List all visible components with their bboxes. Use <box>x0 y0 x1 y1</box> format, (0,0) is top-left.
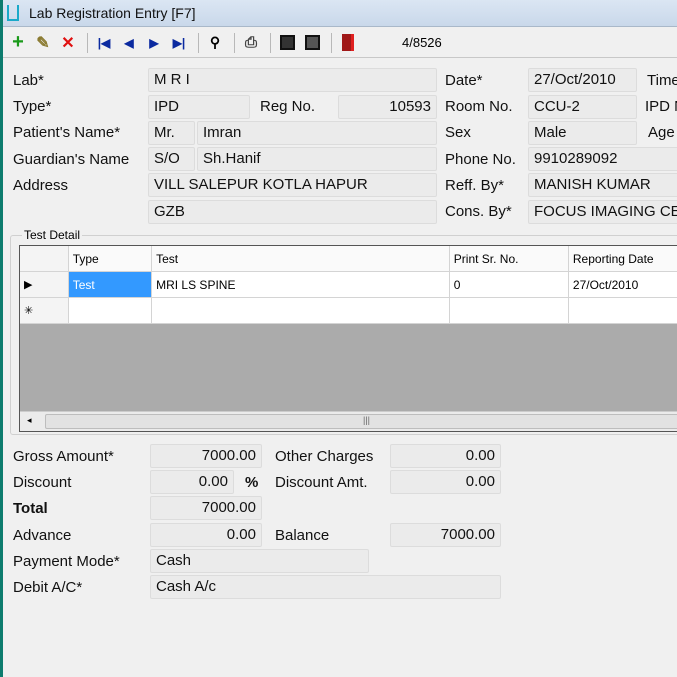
total-label: Total <box>13 500 48 517</box>
cons-by-field[interactable]: FOCUS IMAGING CE <box>528 200 677 224</box>
print-icon[interactable]: ⎙ <box>240 32 262 54</box>
record-counter: 4/8526 <box>402 35 442 50</box>
horizontal-scrollbar[interactable]: ◂ ||| <box>20 411 677 431</box>
reg-no-field[interactable]: 10593 <box>338 95 437 119</box>
first-record-icon[interactable]: |◀ <box>93 32 115 54</box>
scroll-left-icon[interactable]: ◂ <box>27 415 32 426</box>
advance-field[interactable]: 0.00 <box>150 523 262 547</box>
percent-label: % <box>245 474 259 491</box>
save-close-icon[interactable] <box>301 32 323 54</box>
grid-header: Type Test Print Sr. No. Reporting Date <box>20 246 677 272</box>
add-icon[interactable]: + <box>7 31 29 54</box>
cell-reporting-date[interactable]: 27/Oct/2010 <box>568 272 677 298</box>
discount-amt-label: Discount Amt. <box>275 474 368 491</box>
address-label: Address <box>13 177 69 194</box>
scrollbar-thumb[interactable]: ||| <box>45 414 677 429</box>
delete-icon[interactable]: ✕ <box>57 32 79 54</box>
column-header-test[interactable]: Test <box>152 246 450 272</box>
cell-print-sr-no[interactable]: 0 <box>449 272 569 298</box>
title-bar: Lab Registration Entry [F7] <box>3 0 677 27</box>
age-label: Age <box>648 124 675 141</box>
type-field[interactable]: IPD <box>148 95 250 119</box>
gross-amount-field[interactable]: 7000.00 <box>150 444 262 468</box>
discount-amt-field[interactable]: 0.00 <box>390 470 501 494</box>
address-line1-field[interactable]: VILL SALEPUR KOTLA HAPUR <box>148 173 437 197</box>
reg-no-label: Reg No. <box>260 98 316 115</box>
save-icon[interactable] <box>276 32 298 54</box>
reff-by-field[interactable]: MANISH KUMAR <box>528 173 677 197</box>
balance-label: Balance <box>275 527 330 544</box>
patient-title-field[interactable]: Mr. <box>148 121 195 145</box>
column-header-reporting-date[interactable]: Reporting Date <box>568 246 677 272</box>
debit-ac-field[interactable]: Cash A/c <box>150 575 501 599</box>
total-field: 7000.00 <box>150 496 262 520</box>
new-row[interactable]: ✳ <box>20 298 677 324</box>
table-row[interactable]: ▶ Test MRI LS SPINE 0 27/Oct/2010 <box>20 272 677 298</box>
new-cell-test[interactable] <box>152 298 450 324</box>
cell-type[interactable]: Test <box>68 272 153 298</box>
time-label: Time <box>647 72 677 89</box>
sex-field[interactable]: Male <box>528 121 637 145</box>
lab-field[interactable]: M R I <box>148 68 437 92</box>
gross-amount-label: Gross Amount* <box>13 448 114 465</box>
separator <box>331 32 332 53</box>
address-line2-field[interactable]: GZB <box>148 200 437 224</box>
room-no-field[interactable]: CCU-2 <box>528 95 637 119</box>
test-detail-grid: Type Test Print Sr. No. Reporting Date ▶… <box>19 245 677 432</box>
window-border <box>0 0 3 677</box>
new-cell-type[interactable] <box>68 298 153 324</box>
lab-label: Lab* <box>13 72 44 89</box>
next-record-icon[interactable]: ▶ <box>143 32 165 54</box>
type-label: Type* <box>13 98 52 115</box>
separator <box>87 32 88 53</box>
guardian-name-field[interactable]: Sh.Hanif <box>197 147 437 171</box>
find-binoculars-icon[interactable]: ⚲ <box>204 32 226 54</box>
row-header-corner <box>20 246 69 272</box>
window-title: Lab Registration Entry [F7] <box>29 5 196 21</box>
last-record-icon[interactable]: ▶| <box>168 32 190 54</box>
date-label: Date* <box>445 72 483 89</box>
relation-field[interactable]: S/O <box>148 147 195 171</box>
patient-name-field[interactable]: Imran <box>197 121 437 145</box>
app-icon <box>7 5 19 21</box>
guardian-name-label: Guardian's Name <box>13 151 130 168</box>
new-cell-reporting-date[interactable] <box>568 298 677 324</box>
exit-icon[interactable] <box>337 32 359 54</box>
advance-label: Advance <box>13 527 72 544</box>
previous-record-icon[interactable]: ◀ <box>118 32 140 54</box>
cell-test[interactable]: MRI LS SPINE <box>152 272 450 298</box>
payment-mode-label: Payment Mode* <box>13 553 120 570</box>
column-header-print-sr-no[interactable]: Print Sr. No. <box>449 246 569 272</box>
edit-icon[interactable]: ✎ <box>32 32 54 54</box>
cons-by-label: Cons. By* <box>445 203 512 220</box>
separator <box>234 32 235 53</box>
separator <box>198 32 199 53</box>
toolbar: + ✎ ✕ |◀ ◀ ▶ ▶| ⚲ ⎙ 4/8526 <box>3 28 677 58</box>
column-header-type[interactable]: Type <box>68 246 153 272</box>
date-field[interactable]: 27/Oct/2010 <box>528 68 637 92</box>
new-row-indicator-icon: ✳ <box>20 298 69 324</box>
current-row-indicator-icon[interactable]: ▶ <box>20 272 69 298</box>
payment-mode-field[interactable]: Cash <box>150 549 369 573</box>
phone-label: Phone No. <box>445 151 516 168</box>
discount-label: Discount <box>13 474 72 491</box>
other-charges-field[interactable]: 0.00 <box>390 444 501 468</box>
test-detail-title: Test Detail <box>22 228 83 242</box>
patient-name-label: Patient's Name* <box>13 124 121 141</box>
separator <box>270 32 271 53</box>
other-charges-label: Other Charges <box>275 448 374 465</box>
phone-field[interactable]: 9910289092 <box>528 147 677 171</box>
new-cell-print-sr-no[interactable] <box>449 298 569 324</box>
ipd-no-label: IPD N <box>645 98 677 115</box>
balance-field: 7000.00 <box>390 523 501 547</box>
reff-by-label: Reff. By* <box>445 177 504 194</box>
discount-field[interactable]: 0.00 <box>150 470 234 494</box>
room-no-label: Room No. <box>445 98 513 115</box>
sex-label: Sex <box>445 124 471 141</box>
debit-ac-label: Debit A/C* <box>13 579 83 596</box>
